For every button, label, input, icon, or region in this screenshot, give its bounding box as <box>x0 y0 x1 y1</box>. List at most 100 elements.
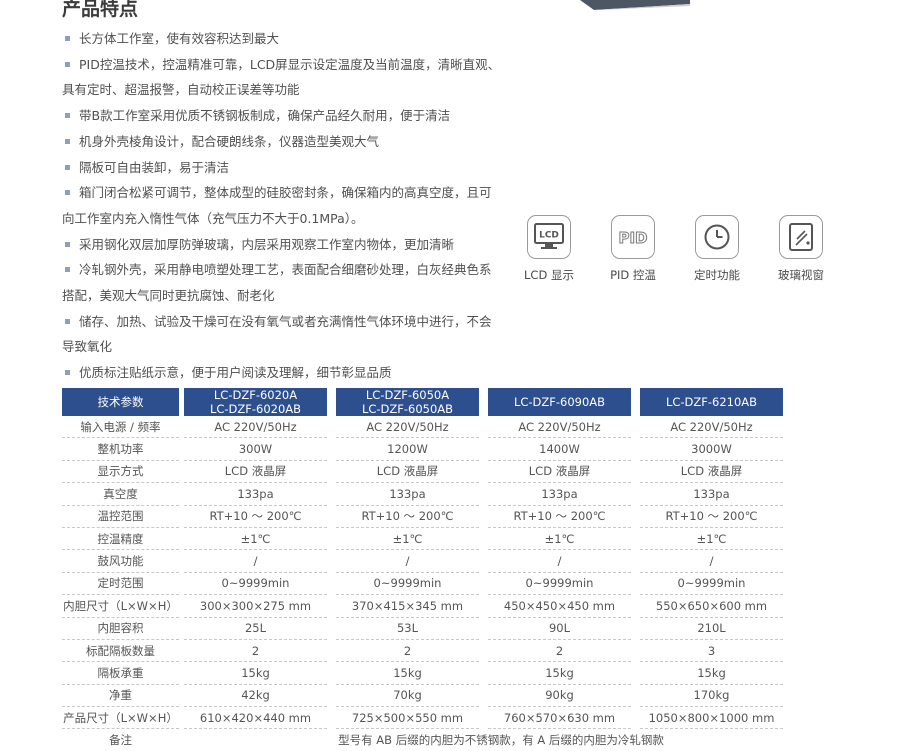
feature-icon-label: 定时功能 <box>694 268 740 282</box>
bullet-icon <box>65 190 70 196</box>
table-row: 内胆容积 25L 53L 90L 210L <box>62 618 783 640</box>
glass-window-icon <box>779 215 823 259</box>
header-gap <box>327 388 336 416</box>
table-cell: 90kg <box>488 685 631 708</box>
table-row: 输入电源 / 频率 AC 220V/50Hz AC 220V/50Hz AC 220V… <box>62 416 783 439</box>
cell-gap <box>631 416 640 438</box>
header-model: LC-DZF-6050A LC-DZF-6050AB <box>336 388 479 416</box>
table-row: 真空度 133pa 133pa 133pa 133pa <box>62 483 783 506</box>
header-model: LC-DZF-6020A LC-DZF-6020AB <box>184 388 327 416</box>
table-cell: AC 220V/50Hz <box>640 416 783 439</box>
product-image-edge <box>580 0 690 10</box>
cell-gap <box>327 550 336 572</box>
feature-icon-card: 玻璃视窗 <box>765 215 837 283</box>
cell-gap <box>631 483 640 505</box>
table-row: 控温精度 ±1℃ ±1℃ ±1℃ ±1℃ <box>62 528 783 551</box>
table-cell: 1200W <box>336 438 479 461</box>
cell-gap <box>631 506 640 528</box>
table-cell: 15kg <box>336 662 479 685</box>
cell-gap <box>479 438 488 460</box>
table-cell: LCD 液晶屏 <box>336 461 479 484</box>
feature-list: 长方体工作室，使有效容积达到最大 PID控温技术，控温精准可靠，LCD屏显示设定温… <box>62 26 522 386</box>
cell-gap <box>479 416 488 438</box>
cell-gap <box>327 618 336 640</box>
table-cell: AC 220V/50Hz <box>336 416 479 439</box>
feature-text: 机身外壳棱角设计，配合硬朗线条，仪器造型美观大气 <box>79 133 380 149</box>
table-cell: 170kg <box>640 685 783 708</box>
bullet-icon <box>65 138 70 144</box>
bullet-icon <box>65 61 70 67</box>
cell-gap <box>327 461 336 483</box>
feature-item: 储存、加热、试验及干燥可在没有氧气或者充满惰性气体环境中进行，不会 导致氧化 <box>62 309 522 360</box>
table-cell: 0~9999min <box>488 573 631 596</box>
cell-gap <box>327 483 336 505</box>
feature-text-continued: 向工作室内充入惰性气体（充气压力不大于0.1MPa）。 <box>62 210 364 226</box>
row-label: 显示方式 <box>62 461 179 484</box>
feature-text: 采用钢化双层加厚防弹玻璃，内层采用观察工作室内物体，更加清晰 <box>79 236 455 252</box>
cell-gap <box>631 573 640 595</box>
table-cell: 70kg <box>336 685 479 708</box>
cell-gap <box>327 438 336 460</box>
cell-gap <box>327 662 336 684</box>
bullet-icon <box>65 370 70 376</box>
table-cell: 0~9999min <box>184 573 327 596</box>
cell-gap <box>479 528 488 550</box>
cell-gap <box>327 685 336 707</box>
row-label: 净重 <box>62 685 179 708</box>
table-cell: 1400W <box>488 438 631 461</box>
cell-gap <box>479 618 488 640</box>
table-row: 定时范围 0~9999min 0~9999min 0~9999min 0~9999min <box>62 573 783 596</box>
table-row: 净重 42kg 70kg 90kg 170kg <box>62 685 783 708</box>
table-row: 鼓风功能 / / / / <box>62 550 783 573</box>
table-cell: 15kg <box>184 662 327 685</box>
bullet-icon <box>65 36 70 41</box>
table-cell: / <box>336 550 479 573</box>
row-label: 定时范围 <box>62 573 179 596</box>
model-name: LC-DZF-6210AB <box>665 395 758 409</box>
row-label: 隔板承重 <box>62 662 179 685</box>
cell-gap <box>631 640 640 662</box>
model-name: LC-DZF-6090AB <box>513 395 606 409</box>
table-cell: AC 220V/50Hz <box>184 416 327 439</box>
remark-label: 备注 <box>109 733 132 748</box>
feature-text: 箱门闭合松紧可调节，整体成型的硅胶密封条，确保箱内的高真空度，且可 <box>79 185 492 201</box>
bullet-icon <box>65 267 70 273</box>
table-row: 显示方式 LCD 液晶屏 LCD 液晶屏 LCD 液晶屏 LCD 液晶屏 <box>62 461 783 484</box>
feature-item: PID控温技术，控温精准可靠，LCD屏显示设定温度及当前温度，清晰直观、 具有定时… <box>62 52 522 103</box>
table-cell: LCD 液晶屏 <box>640 461 783 484</box>
table-header-row: 技术参数 LC-DZF-6020A LC-DZF-6020AB LC-DZF-6050… <box>62 388 783 416</box>
row-label: 内胆尺寸（L×W×H） <box>62 595 179 618</box>
table-row: 产品尺寸（L×W×H） 610×420×440 mm 725×500×550 mm 7… <box>62 707 783 730</box>
table-cell: / <box>640 550 783 573</box>
table-cell: RT+10 ～ 200℃ <box>488 506 631 528</box>
feature-item: 采用钢化双层加厚防弹玻璃，内层采用观察工作室内物体，更加清晰 <box>62 232 522 258</box>
feature-item: 长方体工作室，使有效容积达到最大 <box>62 26 522 52</box>
table-cell: LCD 液晶屏 <box>184 461 327 484</box>
table-cell: 300W <box>184 438 327 461</box>
feature-item: 箱门闭合松紧可调节，整体成型的硅胶密封条，确保箱内的高真空度，且可向工作室内充入… <box>62 180 522 231</box>
table-cell: 0~9999min <box>336 573 479 596</box>
cell-gap <box>479 573 488 595</box>
table-row: 标配隔板数量 2 2 2 3 <box>62 640 783 663</box>
header-gap <box>479 388 488 416</box>
cell-gap <box>631 438 640 460</box>
cell-gap <box>479 640 488 662</box>
table-cell: 53L <box>336 618 479 640</box>
feature-text: 储存、加热、试验及干燥可在没有氧气或者充满惰性气体环境中进行，不会 <box>79 313 492 329</box>
table-cell: 15kg <box>488 662 631 685</box>
table-cell: 25L <box>184 618 327 640</box>
table-cell: RT+10 ～ 200℃ <box>336 506 479 528</box>
bullet-icon <box>65 241 70 247</box>
feature-item: 冷轧钢外壳，采用静电喷塑处理工艺，表面配合细磨砂处理，白灰经典色系 搭配，美观大气… <box>62 257 522 308</box>
table-cell: 42kg <box>184 685 327 708</box>
bullet-icon <box>65 318 70 324</box>
table-cell: / <box>488 550 631 573</box>
feature-icon-label: LCD 显示 <box>524 268 574 282</box>
feature-text-continued: 搭配，美观大气同时更抗腐蚀、耐老化 <box>62 288 275 304</box>
table-row: 内胆尺寸（L×W×H） 300×300×275 mm 370×415×345 mm 4… <box>62 595 783 618</box>
model-name: LC-DZF-6050A <box>365 388 450 402</box>
feature-icon-row: LCD LCD 显示 PID PID 控温 定时功能 玻璃视窗 <box>513 215 843 285</box>
cell-gap <box>327 595 336 617</box>
cell-gap <box>479 595 488 617</box>
feature-item: 机身外壳棱角设计，配合硬朗线条，仪器造型美观大气 <box>62 129 522 155</box>
